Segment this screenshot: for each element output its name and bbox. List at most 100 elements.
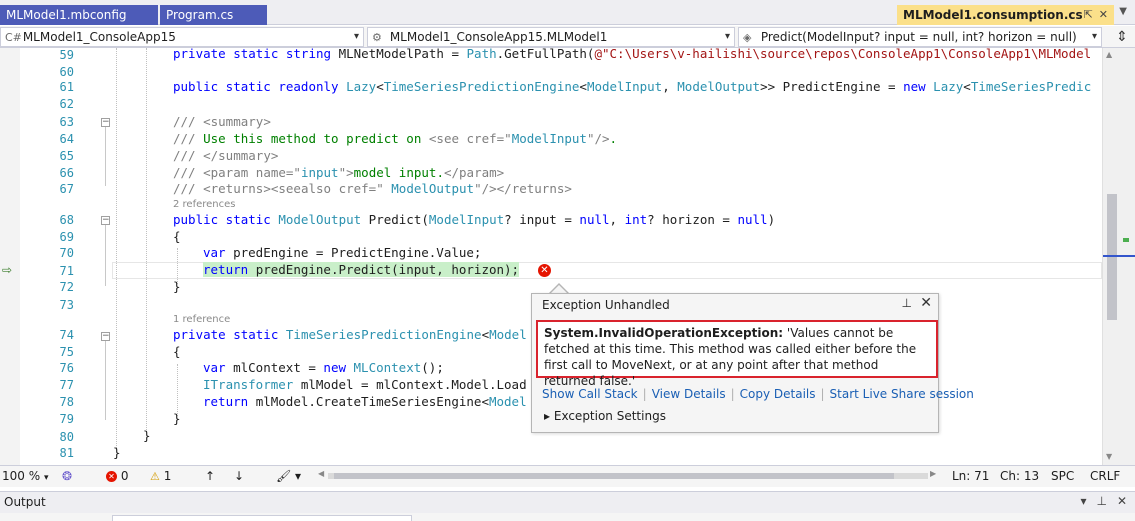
collapse-toggle[interactable]: − <box>101 118 110 127</box>
error-icon[interactable]: ✕ <box>538 264 551 277</box>
line-number: 76 <box>59 361 74 375</box>
view-details-link[interactable]: View Details <box>652 387 726 401</box>
line-number: 72 <box>59 280 74 294</box>
line-number: 75 <box>59 345 74 359</box>
codelens-references[interactable]: 2 references <box>173 199 236 210</box>
code-line-69: { <box>173 229 181 244</box>
line-number: 65 <box>59 149 74 163</box>
editor-status-strip: 100 % ▾ ❂ ✕ 0 ⚠ 1 ↑ ↓ 🖌 ▾ ◀ ▶ Ln: 71 Ch:… <box>0 465 1135 487</box>
chevron-right-icon: ▸ <box>544 409 551 423</box>
member-dropdown-value: Predict(ModelInput? input = null, int? h… <box>760 30 1077 44</box>
outline-guide <box>105 224 106 286</box>
scrollbar-thumb[interactable] <box>334 473 894 479</box>
code-line-68: public static ModelOutput Predict(ModelI… <box>173 212 776 227</box>
line-number: 74 <box>59 328 74 342</box>
previous-issue-icon[interactable]: ↑ <box>205 469 215 483</box>
zoom-level: 100 % <box>2 469 41 483</box>
chevron-down-icon[interactable]: ▼ <box>1119 6 1127 17</box>
class-dropdown[interactable]: ⚙ MLModel1_ConsoleApp15.MLModel1 ▾ <box>367 27 735 47</box>
code-line-71: return predEngine.Predict(input, horizon… <box>203 262 520 277</box>
scroll-up-icon[interactable]: ▲ <box>1106 50 1112 59</box>
line-number: 59 <box>59 48 74 62</box>
line-number: 64 <box>59 132 74 146</box>
warnings-indicator[interactable]: ⚠ 1 <box>150 469 171 483</box>
scroll-left-icon[interactable]: ◀ <box>318 469 324 478</box>
member-dropdown[interactable]: ◈ Predict(ModelInput? input = null, int?… <box>738 27 1102 47</box>
code-line-81: } <box>113 445 121 460</box>
tab-mlmodel1-mbconfig[interactable]: MLModel1.mbconfig <box>0 5 158 25</box>
line-indicator[interactable]: Ln: 71 <box>952 469 989 483</box>
code-line-72: } <box>173 279 181 294</box>
line-number: 73 <box>59 298 74 312</box>
csharp-project-icon: C# <box>5 31 22 44</box>
line-number: 67 <box>59 182 74 196</box>
code-line-66: /// <param name="input">model input.</pa… <box>173 165 505 180</box>
chevron-down-icon: ▾ <box>43 473 49 483</box>
code-line-70: var predEngine = PredictEngine.Value; <box>203 245 482 260</box>
tab-program-cs[interactable]: Program.cs <box>160 5 267 25</box>
method-icon: ◈ <box>743 31 752 44</box>
whitespace-indicator[interactable]: SPC <box>1051 469 1074 483</box>
column-indicator[interactable]: Ch: 13 <box>1000 469 1039 483</box>
code-line-65: /// </summary> <box>173 148 279 163</box>
code-line-67: /// <returns><seealso cref=" ModelOutput… <box>173 181 572 196</box>
indicator-margin[interactable] <box>0 48 20 465</box>
document-tab-bar: MLModel1.mbconfig Program.cs MLModel1.co… <box>0 0 1135 25</box>
scroll-down-icon[interactable]: ▼ <box>1106 452 1112 461</box>
pin-icon[interactable]: ⊥ <box>1096 494 1106 508</box>
indent-guide <box>146 48 147 432</box>
errors-indicator[interactable]: ✕ 0 <box>106 469 128 483</box>
code-line-74: private static TimeSeriesPredictionEngin… <box>173 327 527 342</box>
horizontal-scrollbar[interactable]: ◀ ▶ <box>318 469 938 481</box>
outline-guide <box>105 126 106 186</box>
code-line-75: { <box>173 344 181 359</box>
line-number: 69 <box>59 230 74 244</box>
exception-helper-popup: Exception Unhandled ⊥ ✕ System.InvalidOp… <box>531 293 974 433</box>
output-source-dropdown[interactable] <box>112 515 412 521</box>
navigation-bar: C# MLModel1_ConsoleApp15 ▾ ⚙ MLModel1_Co… <box>0 26 1135 48</box>
copy-details-link[interactable]: Copy Details <box>740 387 816 401</box>
class-dropdown-value: MLModel1_ConsoleApp15.MLModel1 <box>389 30 608 44</box>
code-line-79: } <box>173 411 181 426</box>
output-panel-title: Output <box>4 495 46 509</box>
exception-settings-expander[interactable]: ▸ Exception Settings <box>544 409 666 423</box>
start-live-share-link[interactable]: Start Live Share session <box>830 387 974 401</box>
codelens-references[interactable]: 1 reference <box>173 314 230 325</box>
line-ending-indicator[interactable]: CRLF <box>1090 469 1120 483</box>
intellicode-icon[interactable]: ❂ <box>62 469 72 483</box>
pin-icon[interactable]: ⇱ <box>1084 8 1093 21</box>
scroll-right-icon[interactable]: ▶ <box>930 469 936 478</box>
line-number: 63 <box>59 115 74 129</box>
close-icon[interactable]: ✕ <box>1117 494 1127 508</box>
scrollbar-thumb[interactable] <box>1107 194 1117 320</box>
chevron-down-icon: ▾ <box>1091 31 1097 42</box>
pin-icon[interactable]: ⊥ <box>902 296 912 310</box>
tab-mlmodel1-consumption-cs[interactable]: MLModel1.consumption.cs ⇱ ✕ <box>897 5 1114 25</box>
code-cleanup-icon[interactable]: 🖌 ▾ <box>276 469 301 483</box>
code-line-77: ITransformer mlModel = mlContext.Model.L… <box>203 377 527 392</box>
code-line-64: /// Use this method to predict on <see c… <box>173 131 618 146</box>
code-line-63: /// <summary> <box>173 114 271 129</box>
line-number: 77 <box>59 378 74 392</box>
close-icon[interactable]: ✕ <box>1099 8 1108 21</box>
show-call-stack-link[interactable]: Show Call Stack <box>542 387 638 401</box>
close-icon[interactable]: ✕ <box>920 295 932 311</box>
collapse-toggle[interactable]: − <box>101 332 110 341</box>
outline-guide <box>105 340 106 420</box>
panel-options-icon[interactable]: ▾ <box>1080 494 1086 508</box>
exception-message: System.InvalidOperationException: 'Value… <box>536 320 938 388</box>
project-dropdown[interactable]: C# MLModel1_ConsoleApp15 ▾ <box>0 27 364 47</box>
line-number: 81 <box>59 446 74 460</box>
change-marker <box>1123 238 1129 242</box>
popup-title: Exception Unhandled <box>542 298 670 312</box>
tab-label: Program.cs <box>166 8 234 22</box>
split-window-icon[interactable]: ⇕ <box>1113 27 1131 47</box>
collapse-toggle[interactable]: − <box>101 216 110 225</box>
line-number: 66 <box>59 166 74 180</box>
zoom-dropdown[interactable]: 100 % ▾ <box>2 469 48 483</box>
vertical-scrollbar[interactable]: ▲ ▼ <box>1102 48 1135 465</box>
tab-label: MLModel1.mbconfig <box>6 8 127 22</box>
chevron-down-icon: ▾ <box>724 31 730 42</box>
next-issue-icon[interactable]: ↓ <box>234 469 244 483</box>
exception-actions: Show Call Stack | View Details | Copy Detail… <box>542 387 974 401</box>
